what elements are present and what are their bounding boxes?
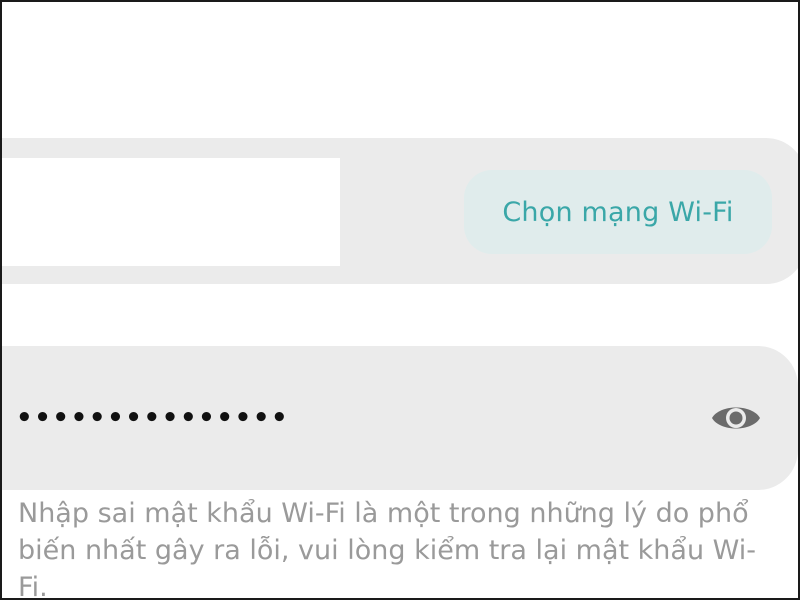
choose-wifi-button[interactable]: Chọn mạng Wi-Fi — [464, 170, 772, 254]
show-password-toggle[interactable] — [708, 394, 764, 442]
network-name-field[interactable] — [2, 158, 340, 266]
password-masked-value: ••••••••••••••• — [16, 403, 290, 433]
password-helper-text: Nhập sai mật khẩu Wi-Fi là một trong nhữ… — [18, 498, 757, 600]
wifi-settings-screen: Chọn mạng Wi-Fi ••••••••••••••• Nhập sai… — [0, 0, 800, 600]
eye-icon — [712, 407, 760, 429]
